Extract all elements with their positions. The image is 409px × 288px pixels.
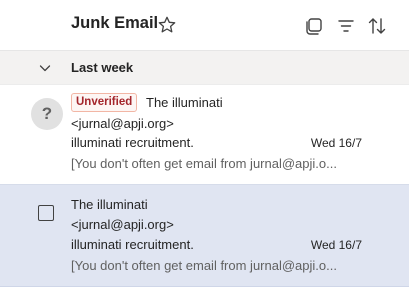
unverified-badge: Unverified xyxy=(71,93,138,112)
message-preview: [You don't often get email from jurnal@a… xyxy=(71,258,337,273)
message-item-selected[interactable]: The illuminati <jurnal@apji.org> illumin… xyxy=(0,184,409,287)
chevron-down-icon[interactable] xyxy=(38,61,52,75)
message-subject: illuminati recruitment. xyxy=(71,135,194,150)
star-icon[interactable] xyxy=(157,15,177,35)
message-item[interactable]: ? Unverified The illuminati <jurnal@apji… xyxy=(0,85,409,185)
select-checkbox[interactable] xyxy=(38,205,54,221)
sender-name: The illuminati xyxy=(71,197,148,212)
group-label: Last week xyxy=(71,60,134,75)
sender-email: <jurnal@apji.org> xyxy=(71,217,174,232)
message-date: Wed 16/7 xyxy=(310,238,362,252)
sender-name: The illuminati xyxy=(146,95,223,110)
sort-icon[interactable] xyxy=(366,15,388,37)
folder-header: Junk Email xyxy=(0,0,409,51)
select-mode-icon[interactable] xyxy=(303,15,325,37)
unknown-sender-avatar: ? xyxy=(31,98,63,130)
sender-email: <jurnal@apji.org> xyxy=(71,116,174,131)
message-subject: illuminati recruitment. xyxy=(71,237,194,252)
folder-title: Junk Email xyxy=(71,14,159,32)
message-preview: [You don't often get email from jurnal@a… xyxy=(71,156,337,171)
message-date: Wed 16/7 xyxy=(310,136,362,150)
group-header-last-week[interactable]: Last week xyxy=(0,51,409,85)
filter-icon[interactable] xyxy=(335,15,357,37)
